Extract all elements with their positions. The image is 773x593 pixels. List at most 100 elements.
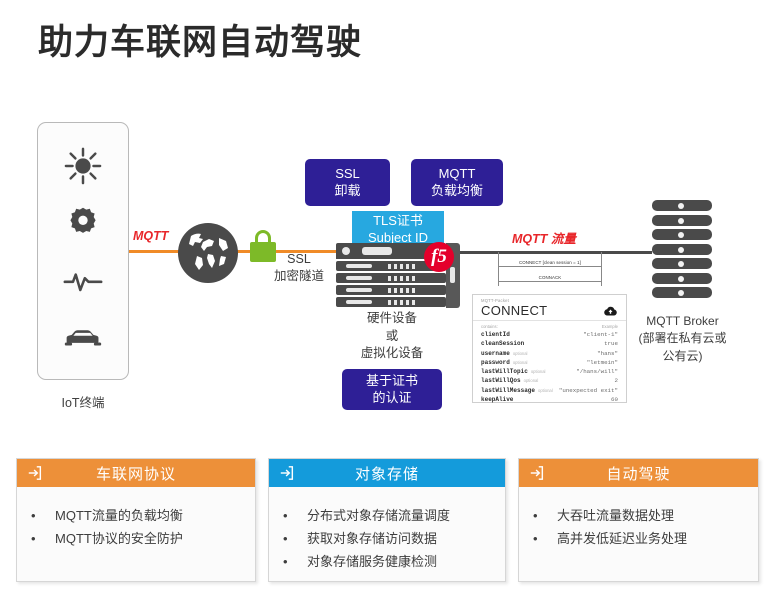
callout-ssl-offload[interactable]: SSL 卸载 xyxy=(305,159,390,206)
packet-row: cleanSession true xyxy=(481,340,618,349)
packet-row-value: "unexpected exit" xyxy=(558,386,618,394)
broker-unit xyxy=(652,243,712,255)
packet-row-key: password optional xyxy=(481,358,528,366)
packet-row-key: cleanSession xyxy=(481,340,525,348)
bullet-marker: • xyxy=(31,508,36,523)
packet-row-value: true xyxy=(604,340,618,348)
packet-row-value: "letmein" xyxy=(586,358,618,366)
broker-unit xyxy=(652,272,712,284)
enter-arrow-icon xyxy=(279,465,295,481)
f5-logo: f5 xyxy=(424,242,454,272)
bullet-marker: • xyxy=(283,530,288,546)
bullet-text: 获取对象存储访问数据 xyxy=(307,530,438,546)
broker-unit xyxy=(652,229,712,240)
packet-col-contains: contains: xyxy=(481,324,498,329)
appliance-led xyxy=(342,247,350,255)
bullet-text: 大吞吐流量数据处理 xyxy=(557,508,675,523)
appliance-rack-unit xyxy=(336,285,446,295)
ssl-tunnel-label: SSL 加密隧道 xyxy=(268,251,330,285)
appliance-label-line1: 硬件设备 xyxy=(366,311,417,325)
mqtt-broker-stack xyxy=(652,200,712,308)
packet-column-headers: contains: Example xyxy=(473,321,626,331)
panel-title: 车联网协议 xyxy=(95,465,176,483)
pulse-icon xyxy=(62,259,104,301)
appliance-rack-unit xyxy=(336,273,446,283)
mqtt-flow-label: MQTT 流量 xyxy=(512,232,576,246)
mqtt-lb-line2: 负载均衡 xyxy=(430,182,483,198)
packet-row-key: clientId xyxy=(481,331,510,338)
appliance-display xyxy=(362,247,392,255)
appliance-label-line2: 或 xyxy=(385,328,399,343)
gear-icon xyxy=(62,202,104,244)
broker-label-line1: MQTT Broker xyxy=(646,314,719,328)
cert-auth-line1: 基于证书 xyxy=(365,373,418,389)
ssl-offload-line1: SSL xyxy=(335,166,360,182)
packet-row-key: username optional xyxy=(481,349,528,357)
ssl-offload-line2: 卸载 xyxy=(334,182,361,198)
packet-row-optional: optional xyxy=(530,369,546,375)
panel-bullets: • MQTT流量的负载均衡 • MQTT协议的安全防护 xyxy=(17,487,255,551)
broker-label-line3: 公有云) xyxy=(662,348,703,363)
link-iot-to-globe xyxy=(129,250,181,253)
bullet-item: • 高并发低延迟业务处理 xyxy=(533,528,758,551)
packet-row-key: lastWillMessage optional xyxy=(481,386,553,394)
callout-mqtt-load-balance[interactable]: MQTT 负载均衡 xyxy=(411,159,503,206)
packet-row-value: "client-1" xyxy=(583,331,618,338)
bullet-item: • 获取对象存储访问数据 xyxy=(283,528,505,551)
packet-row-key: keepAlive xyxy=(481,396,514,404)
bullet-marker: • xyxy=(31,530,36,546)
packet-row-value: "hans" xyxy=(597,349,618,357)
page-title: 助力车联网自动驾驶 xyxy=(38,23,363,62)
mqtt-broker-label: MQTT Broker (部署在私有云或 公有云) xyxy=(625,313,740,365)
bullet-text: 对象存储服务健康检测 xyxy=(307,553,438,569)
packet-row: lastWillMessage optional "unexpected exit" xyxy=(481,387,618,396)
packet-row-value: 2 xyxy=(614,377,618,385)
mqtt-link-label: MQTT xyxy=(133,229,169,243)
panel-bullets: • 大吞吐流量数据处理 • 高并发低延迟业务处理 xyxy=(519,487,758,551)
bullet-item: • MQTT协议的安全防护 xyxy=(31,528,255,551)
car-icon xyxy=(62,316,104,358)
panel-object-storage: 对象存储 • 分布式对象存储流量调度 • 获取对象存储访问数据 • 对象存储服务健康检测 xyxy=(268,458,506,582)
panel-bullets: • 分布式对象存储流量调度 • 获取对象存储访问数据 • 对象存储服务健康检测 xyxy=(269,487,505,573)
seq-response-label: CONNACK xyxy=(538,275,562,280)
packet-row: keepAlive 60 xyxy=(481,396,618,405)
panel-header: 自动驾驶 xyxy=(519,459,758,487)
callout-certificate-auth[interactable]: 基于证书 的认证 xyxy=(342,369,442,410)
ssl-tunnel-line2: 加密隧道 xyxy=(273,268,324,283)
enter-arrow-icon xyxy=(529,465,545,481)
bullet-item: • 对象存储服务健康检测 xyxy=(283,551,505,574)
bullet-marker: • xyxy=(283,508,288,523)
ssl-tunnel-line1: SSL xyxy=(287,252,311,266)
bullet-marker: • xyxy=(533,530,538,546)
enter-arrow-icon xyxy=(27,465,43,481)
panel-autonomous-driving: 自动驾驶 • 大吞吐流量数据处理 • 高并发低延迟业务处理 xyxy=(518,458,759,582)
bullet-text: MQTT协议的安全防护 xyxy=(55,530,183,546)
packet-row: lastWillQos optional 2 xyxy=(481,377,618,386)
sun-icon xyxy=(62,145,104,187)
packet-row: lastWillTopic optional "/hans/will" xyxy=(481,368,618,377)
bullet-item: • 分布式对象存储流量调度 xyxy=(283,505,505,528)
packet-row-value: 60 xyxy=(611,396,618,404)
broker-label-line2: (部署在私有云或 xyxy=(638,331,727,346)
panel-title: 对象存储 xyxy=(354,465,419,483)
broker-unit xyxy=(652,214,712,226)
panel-header: 车联网协议 xyxy=(17,459,255,487)
packet-row: username optional "hans" xyxy=(481,350,618,359)
packet-rows: clientId "client-1" cleanSession true userna… xyxy=(473,331,626,405)
panel-iov-protocol: 车联网协议 • MQTT流量的负载均衡 • MQTT协议的安全防护 xyxy=(16,458,256,582)
bullet-text: 高并发低延迟业务处理 xyxy=(557,530,688,546)
packet-header: MQTT-Packet CONNECT xyxy=(473,295,626,321)
broker-unit xyxy=(652,200,712,211)
bullet-marker: • xyxy=(533,508,538,523)
packet-row-optional: optional xyxy=(512,359,528,365)
appliance-label-line3: 虚拟化设备 xyxy=(360,346,424,360)
bullet-item: • MQTT流量的负载均衡 xyxy=(31,505,255,528)
packet-row: clientId "client-1" xyxy=(481,331,618,340)
cloud-icon xyxy=(604,303,617,316)
iot-terminal-box xyxy=(37,122,129,380)
iot-terminal-label: IoT终端 xyxy=(61,396,105,410)
mqtt-lb-line1: MQTT xyxy=(438,166,476,182)
mqtt-packet-card: MQTT-Packet CONNECT contains: Example cl… xyxy=(472,294,627,403)
mqtt-sequence-diagram: CONNECT [clean session = 1] CONNACK xyxy=(498,252,602,286)
seq-request-label: CONNECT [clean session = 1] xyxy=(518,260,582,265)
